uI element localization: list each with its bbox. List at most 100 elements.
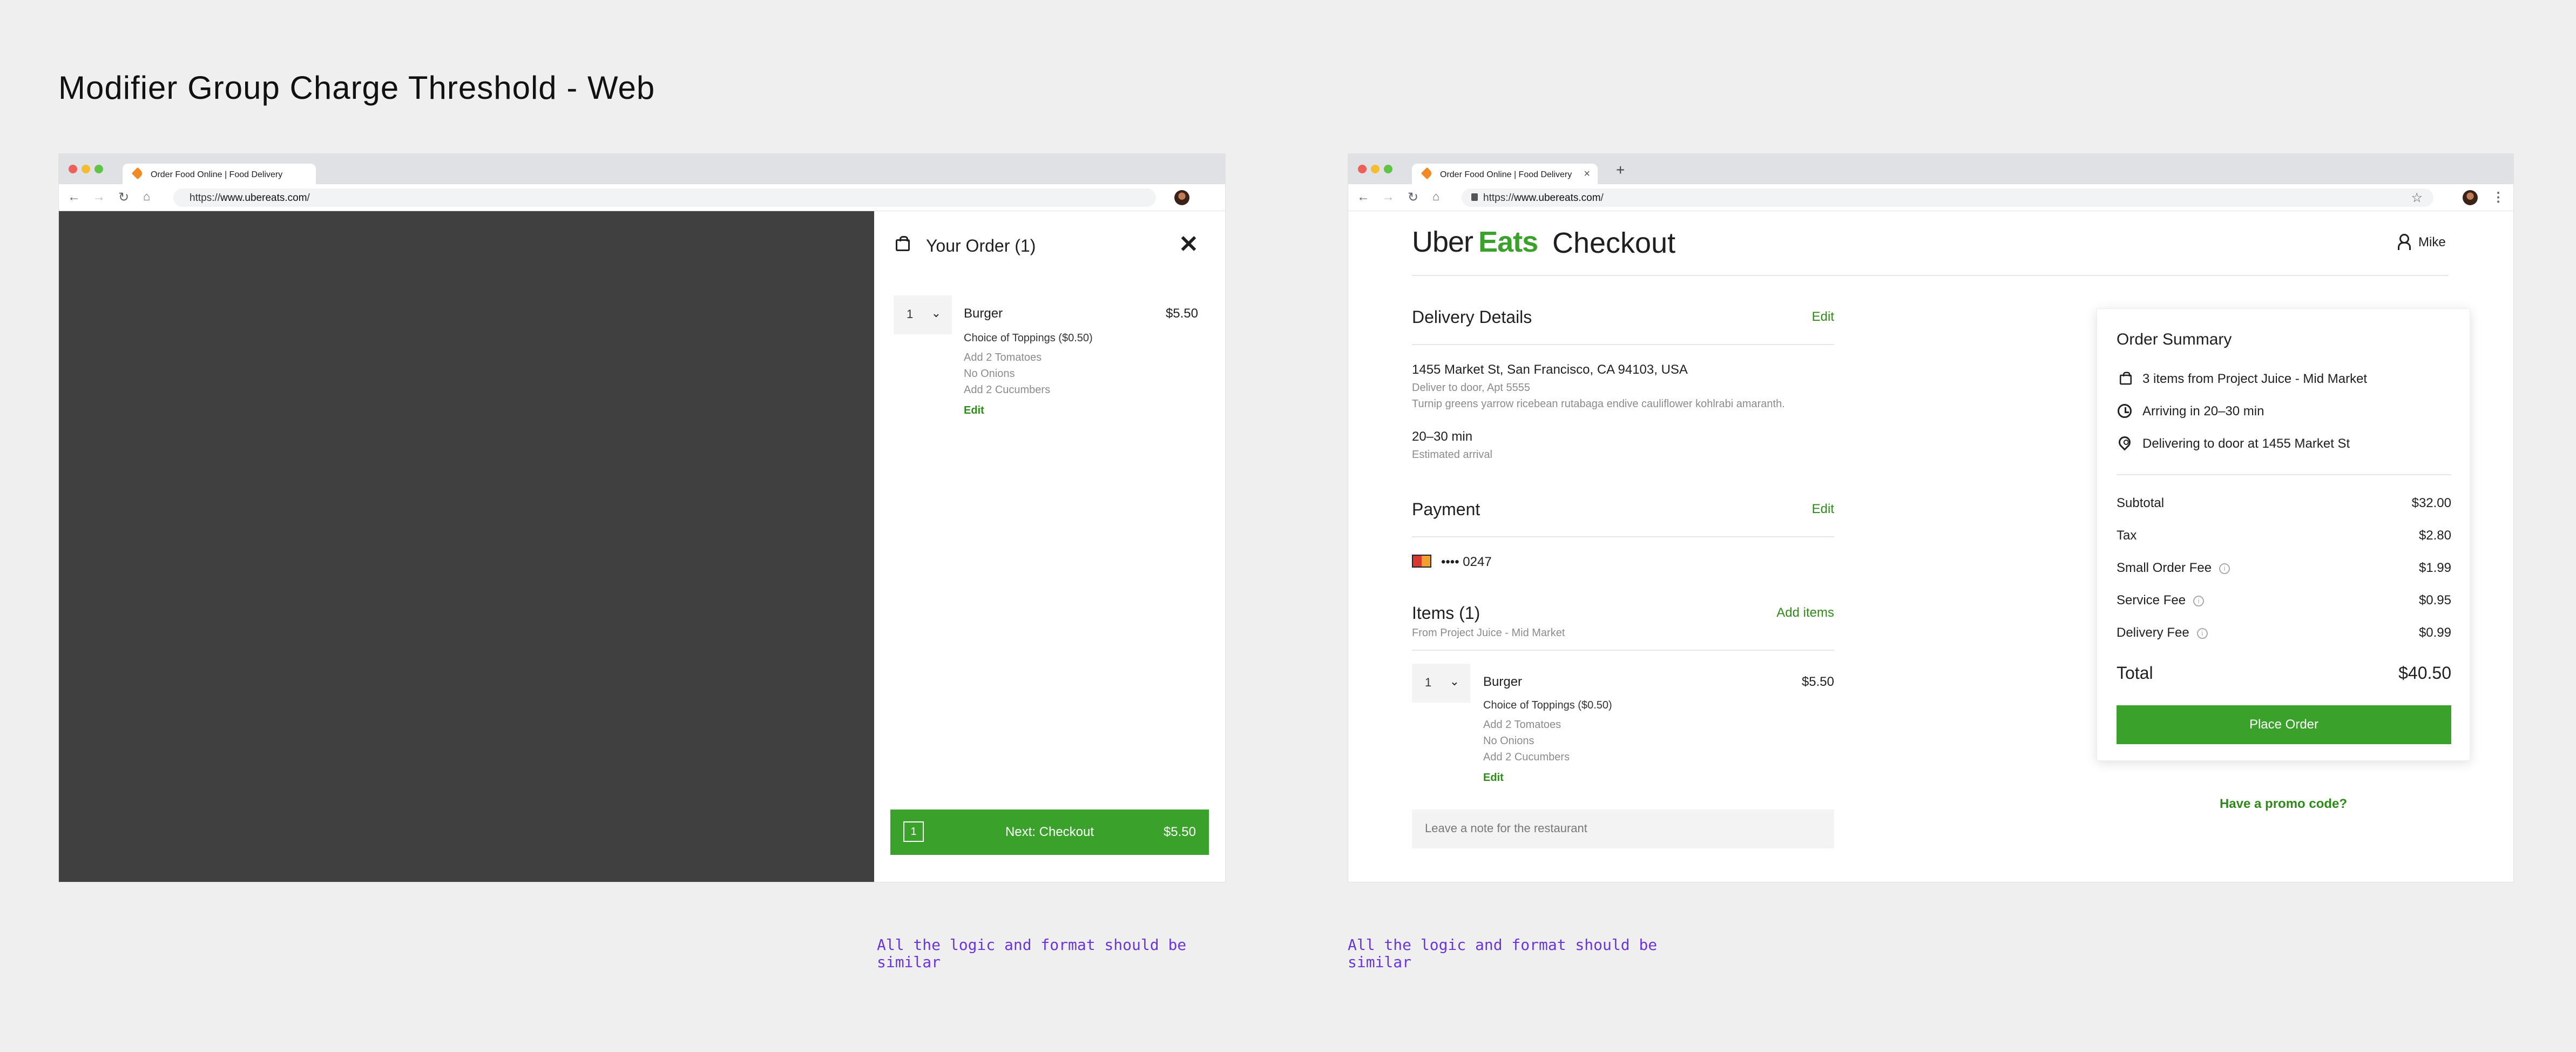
tax-label: Tax — [2117, 528, 2137, 543]
summary-arrival: Arriving in 20–30 min — [2142, 404, 2264, 419]
subtotal-value: $32.00 — [2411, 496, 2451, 510]
home-icon[interactable]: ⌂ — [143, 190, 150, 204]
modifier-option: Add 2 Cucumbers — [964, 384, 1051, 396]
summary-divider — [2117, 474, 2451, 475]
checkout-heading: Checkout — [1552, 227, 1676, 259]
tab-title: Order Food Online | Food Delivery — [151, 170, 283, 179]
browser-window-checkout: Order Food Online | Food Delivery × + ← … — [1348, 153, 2514, 882]
restaurant-note-input[interactable]: Leave a note for the restaurant — [1412, 810, 1834, 848]
items-restaurant: From Project Juice - Mid Market — [1412, 627, 1565, 639]
modifier-option: Add 2 Tomatoes — [1483, 719, 1561, 731]
quantity-select[interactable]: 1 ⌄ — [1412, 664, 1470, 703]
url-path: / — [307, 192, 310, 204]
browser-titlebar: Order Food Online | Food Delivery × + — [1348, 154, 2513, 184]
delivery-edit-link[interactable]: Edit — [1807, 309, 1834, 325]
page-viewport: Your Order (1) ✕ 1 ⌄ Burger $5.50 Choice… — [59, 211, 1225, 882]
favicon-icon — [1421, 167, 1434, 180]
profile-avatar[interactable] — [2463, 190, 2478, 205]
header-divider — [1412, 275, 2449, 276]
section-divider — [1412, 536, 1834, 537]
modifier-option: No Onions — [964, 368, 1015, 380]
uber-eats-logo[interactable]: Uber Eats — [1412, 225, 1538, 259]
payment-edit-link[interactable]: Edit — [1807, 502, 1834, 517]
modifier-option: Add 2 Cucumbers — [1483, 751, 1570, 763]
delivery-fee-label: Delivery Fee — [2117, 625, 2189, 640]
quantity-select[interactable]: 1 ⌄ — [894, 295, 952, 334]
card-number: •••• 0247 — [1441, 555, 1492, 569]
maximize-window-dot[interactable] — [94, 165, 103, 173]
more-menu-icon[interactable]: ⋮ — [2492, 190, 2505, 205]
browser-titlebar: Order Food Online | Food Delivery — [59, 154, 1225, 184]
subtotal-label: Subtotal — [2117, 496, 2165, 510]
section-divider — [1412, 650, 1834, 651]
profile-avatar[interactable] — [1174, 190, 1189, 205]
annotation-note-left: All the logic and format should be simil… — [877, 936, 1187, 971]
user-name[interactable]: Mike — [2418, 235, 2446, 250]
reload-icon[interactable]: ↻ — [1408, 190, 1418, 205]
total-value: $40.50 — [2398, 663, 2451, 683]
bookmark-star-icon[interactable]: ☆ — [2411, 190, 2423, 206]
item-price: $5.50 — [1165, 306, 1198, 321]
quantity-value: 1 — [907, 307, 914, 321]
bag-icon — [896, 236, 910, 251]
modifier-group: Choice of Toppings ($0.50) — [964, 332, 1093, 344]
browser-toolbar: ← → ↻ ⌂ https://www.ubereats.com/ ☆ ⋮ — [1348, 184, 2513, 211]
close-icon[interactable]: ✕ — [1179, 231, 1199, 258]
close-window-dot[interactable] — [1358, 165, 1367, 173]
reload-icon[interactable]: ↻ — [118, 190, 129, 205]
small-order-fee-label: Small Order Fee — [2117, 561, 2212, 575]
address-bar[interactable]: https://www.ubereats.com/ — [173, 188, 1156, 207]
close-tab-icon[interactable]: × — [1584, 168, 1590, 180]
clock-icon — [2118, 404, 2132, 418]
quantity-value: 1 — [1425, 676, 1432, 689]
back-icon[interactable]: ← — [67, 190, 80, 205]
close-window-dot[interactable] — [69, 165, 77, 173]
order-summary-card: Order Summary 3 items from Project Juice… — [2097, 308, 2470, 761]
promo-code-link[interactable]: Have a promo code? — [2097, 797, 2470, 812]
location-pin-icon — [2116, 434, 2133, 451]
bag-icon — [2119, 372, 2132, 385]
url-host: www.ubereats.com — [220, 192, 307, 204]
modifier-group: Choice of Toppings ($0.50) — [1483, 699, 1612, 711]
edit-item-link[interactable]: Edit — [964, 404, 984, 417]
info-icon[interactable]: i — [2219, 563, 2230, 574]
checkout-price: $5.50 — [1163, 825, 1196, 839]
lock-icon — [1471, 193, 1478, 201]
info-icon[interactable]: i — [2196, 628, 2208, 639]
checkout-page: Uber Eats Checkout Mike Delivery Details … — [1348, 211, 2513, 882]
delivery-fee-row: Delivery Fee i — [2117, 625, 2208, 640]
place-order-button[interactable]: Place Order — [2117, 705, 2451, 744]
forward-icon[interactable]: → — [1382, 190, 1395, 205]
address-bar[interactable]: https://www.ubereats.com/ ☆ — [1462, 188, 2433, 207]
checkout-label: Next: Checkout — [1005, 825, 1094, 839]
browser-tab[interactable]: Order Food Online | Food Delivery × — [1412, 164, 1598, 184]
new-tab-icon[interactable]: + — [1616, 161, 1625, 179]
modifier-option: Add 2 Tomatoes — [964, 352, 1042, 363]
item-name: Burger — [964, 306, 1003, 321]
card-brand-icon — [1412, 555, 1431, 568]
person-icon[interactable] — [2398, 234, 2411, 250]
delivery-fee-value: $0.99 — [2418, 625, 2451, 640]
small-order-fee-value: $1.99 — [2418, 561, 2451, 575]
cart-title: Your Order (1) — [926, 236, 1036, 255]
add-items-link[interactable]: Add items — [1726, 605, 1834, 621]
dimmed-overlay[interactable] — [59, 211, 874, 882]
delivery-details-title: Delivery Details — [1412, 307, 1532, 327]
back-icon[interactable]: ← — [1357, 190, 1370, 205]
browser-tab[interactable]: Order Food Online | Food Delivery — [123, 164, 316, 184]
item-name: Burger — [1483, 675, 1523, 689]
minimize-window-dot[interactable] — [1371, 165, 1380, 173]
home-icon[interactable]: ⌂ — [1432, 190, 1439, 204]
next-checkout-button[interactable]: 1 Next: Checkout $5.50 — [890, 810, 1209, 855]
edit-item-link[interactable]: Edit — [1483, 772, 1504, 784]
browser-toolbar: ← → ↻ ⌂ https://www.ubereats.com/ — [59, 184, 1225, 211]
total-label: Total — [2117, 663, 2153, 683]
forward-icon[interactable]: → — [92, 190, 105, 205]
service-fee-label: Service Fee — [2117, 593, 2186, 608]
info-icon[interactable]: i — [2193, 595, 2205, 606]
eta-label: Estimated arrival — [1412, 449, 1492, 461]
maximize-window-dot[interactable] — [1384, 165, 1392, 173]
annotation-note-right: All the logic and format should be simil… — [1348, 936, 1658, 971]
items-title: Items (1) — [1412, 603, 1480, 623]
minimize-window-dot[interactable] — [82, 165, 90, 173]
